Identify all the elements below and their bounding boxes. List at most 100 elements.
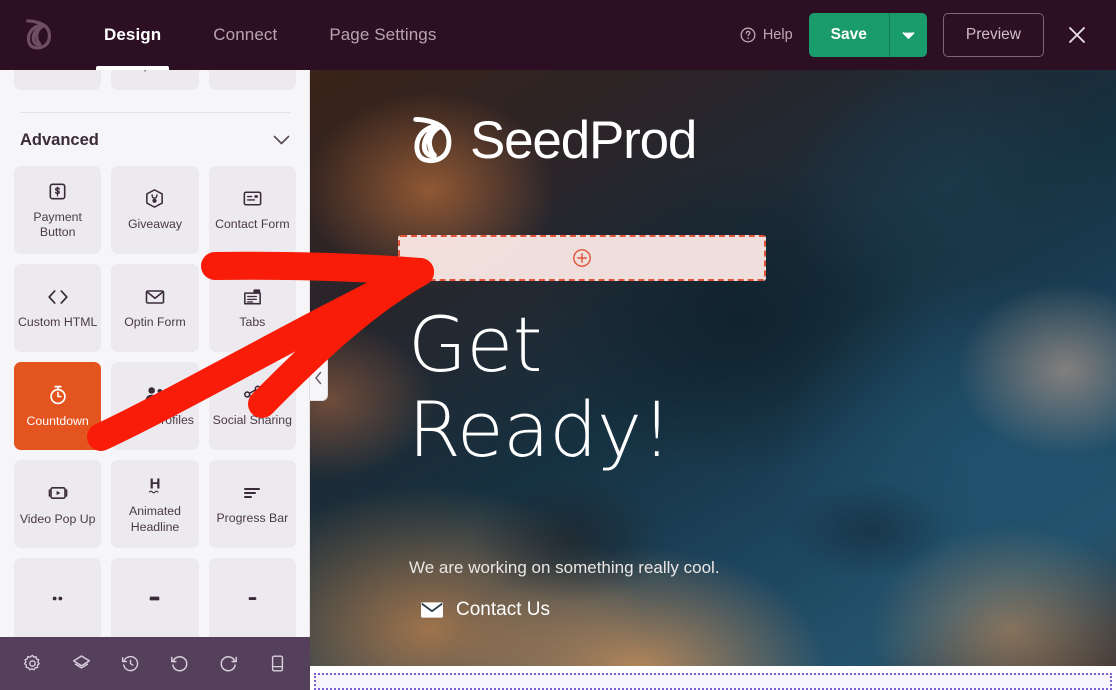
block-tile-spacer[interactable]: Spacer	[111, 70, 199, 90]
social-sharing-icon	[243, 385, 261, 404]
app-logo[interactable]	[0, 19, 78, 51]
save-button-group: Save	[808, 13, 927, 57]
block-tile-tabs[interactable]: Tabs	[208, 264, 296, 352]
nav-tab-connect-label: Connect	[213, 25, 278, 44]
seedprod-leaf-logo	[413, 116, 452, 163]
advanced-section-title: Advanced	[20, 131, 99, 149]
block-tile-payment-button-label: Payment Button	[33, 209, 82, 239]
builder-bottom-toolbar	[0, 637, 310, 690]
page-preview[interactable]: SeedProd Get Ready! We are working on so…	[310, 70, 1116, 690]
block-tile-progress-bar-label: Progress Bar	[216, 510, 289, 525]
contact-us-label: Contact Us	[456, 599, 550, 620]
block-tile-contact-form[interactable]: Contact Form	[208, 166, 296, 254]
advanced-blocks-grid: Payment Button Giveaway Contact Form Cus…	[0, 166, 309, 646]
block-tile-giveaway-label: Giveaway	[127, 217, 182, 232]
save-options-dropdown[interactable]	[888, 13, 927, 57]
preview-label: Preview	[965, 26, 1021, 43]
block-tile-animated-headline-label: Animated Headline	[129, 504, 181, 534]
nav-tab-design[interactable]: Design	[78, 0, 187, 70]
save-button[interactable]: Save	[809, 13, 889, 57]
block-tile-divider-label: Divider	[35, 70, 81, 73]
block-tile-column-label: Column	[227, 70, 277, 73]
header-actions: Help Save Preview	[740, 13, 1116, 57]
block-tile-social-sharing[interactable]: Social Sharing	[208, 362, 296, 450]
footer-dropzone[interactable]	[314, 673, 1112, 690]
giveaway-icon	[146, 189, 164, 209]
hero-headline[interactable]: Get Ready!	[408, 302, 672, 472]
block-tile-extra-2[interactable]	[111, 558, 199, 646]
nav-tab-design-label: Design	[104, 25, 162, 44]
block-tile-tabs-label: Tabs	[239, 315, 266, 330]
blocks-sidebar[interactable]: Divider Spacer Column	[0, 70, 310, 690]
generic-block-icon	[52, 596, 63, 601]
animated-headline-icon: H	[148, 476, 161, 494]
nav-tab-page-settings[interactable]: Page Settings	[303, 0, 462, 70]
tabs-icon	[243, 289, 261, 305]
redo-button[interactable]	[214, 649, 244, 679]
hero-subheadline[interactable]: We are working on something really cool.	[409, 558, 720, 578]
page-content: SeedProd Get Ready! We are working on so…	[310, 70, 1116, 690]
countdown-timer-icon	[49, 385, 66, 405]
block-tile-divider[interactable]: Divider	[14, 70, 102, 90]
block-tile-countdown-label: Countdown	[26, 413, 89, 428]
global-settings-button[interactable]	[18, 649, 48, 679]
progress-bar-icon	[244, 487, 261, 498]
save-label: Save	[830, 26, 867, 43]
block-tile-animated-headline[interactable]: H Animated Headline	[111, 460, 199, 548]
block-tile-payment-button[interactable]: Payment Button	[14, 166, 102, 254]
block-tile-custom-html[interactable]: Custom HTML	[14, 264, 102, 352]
chevron-left-icon	[315, 371, 322, 385]
block-tile-extra-1[interactable]	[14, 558, 102, 646]
basic-blocks-grid: Divider Spacer Column	[0, 70, 309, 90]
video-popup-icon	[48, 486, 68, 499]
block-tile-giveaway[interactable]: Giveaway	[111, 166, 199, 254]
envelope-icon	[145, 290, 165, 304]
undo-button[interactable]	[165, 649, 195, 679]
close-builder-button[interactable]	[1060, 18, 1094, 52]
block-tile-column[interactable]: Column	[208, 70, 296, 90]
block-tile-social-sharing-label: Social Sharing	[212, 413, 292, 428]
redo-icon	[220, 656, 237, 672]
preview-brand[interactable]: SeedProd	[410, 110, 697, 171]
nav-tab-connect[interactable]: Connect	[187, 0, 303, 70]
seedprod-leaf-logo	[26, 19, 51, 50]
contact-form-icon	[243, 191, 262, 206]
layers-icon	[72, 655, 91, 669]
svg-text:H: H	[150, 476, 161, 493]
preview-footer-section[interactable]	[310, 666, 1116, 690]
help-button[interactable]: Help	[740, 27, 793, 43]
revision-history-button[interactable]	[116, 649, 146, 679]
payment-button-icon	[49, 183, 66, 200]
preview-brand-name: SeedProd	[470, 111, 697, 170]
help-label: Help	[762, 27, 793, 43]
blocks-sidebar-scroll: Divider Spacer Column	[0, 70, 309, 686]
close-icon	[1069, 27, 1085, 43]
block-tile-custom-html-label: Custom HTML	[18, 314, 98, 329]
advanced-section-header[interactable]: Advanced	[0, 113, 309, 166]
sidebar-collapse-toggle[interactable]	[310, 355, 328, 401]
block-tile-optin-form[interactable]: Optin Form	[111, 264, 199, 352]
block-tile-extra-3[interactable]	[208, 558, 296, 646]
app-header: Design Connect Page Settings Help Save P…	[0, 0, 1116, 70]
block-tile-countdown[interactable]: Countdown	[14, 362, 102, 450]
gear-icon	[23, 654, 40, 671]
generic-block-icon	[248, 597, 257, 600]
undo-icon	[171, 656, 188, 672]
plus-circle-icon[interactable]	[572, 248, 592, 268]
layers-navigator-button[interactable]	[67, 649, 97, 679]
block-tile-social-profiles-label: Social Profiles	[116, 413, 194, 428]
envelope-icon	[421, 602, 443, 618]
block-tile-social-profiles[interactable]: Social Profiles	[111, 362, 199, 450]
clock-history-icon	[121, 655, 139, 672]
block-tile-video-popup[interactable]: Video Pop Up	[14, 460, 102, 548]
social-profiles-icon	[145, 387, 164, 401]
block-tile-video-popup-label: Video Pop Up	[19, 511, 96, 526]
preview-button[interactable]: Preview	[942, 13, 1044, 57]
chevron-down-icon[interactable]	[273, 135, 290, 146]
generic-block-icon	[150, 596, 160, 601]
block-dropzone[interactable]	[398, 235, 766, 281]
device-preview-button[interactable]	[263, 649, 293, 679]
code-brackets-icon	[47, 289, 68, 304]
contact-us-link[interactable]: Contact Us	[420, 599, 550, 621]
block-tile-progress-bar[interactable]: Progress Bar	[208, 460, 296, 548]
